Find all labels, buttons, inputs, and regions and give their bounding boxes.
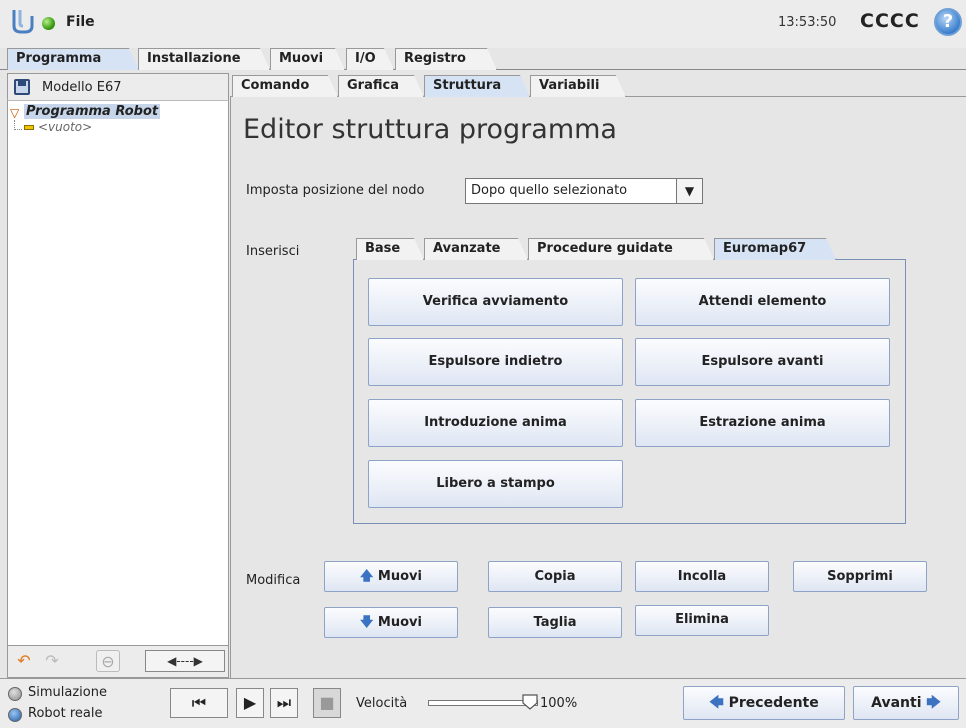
robot-name: CCCC (860, 10, 920, 32)
node-position-select[interactable]: Dopo quello selezionato (465, 178, 677, 204)
introduzione-anima-button[interactable]: Introduzione anima (368, 399, 623, 447)
tab-muovi[interactable]: Muovi (270, 48, 345, 70)
simulation-radio[interactable] (8, 687, 22, 701)
help-icon[interactable]: ? (934, 8, 962, 36)
tab-programma[interactable]: Programma (7, 48, 139, 70)
delete-button[interactable]: Elimina (635, 605, 769, 636)
speed-slider-thumb[interactable] (522, 694, 538, 710)
next-button[interactable]: Avanti 🡆 (853, 686, 959, 720)
suppress-button[interactable]: Sopprimi (793, 561, 927, 592)
arrow-down-icon: 🡇 (360, 615, 374, 630)
program-tree-panel (7, 73, 229, 678)
insert-label: Inserisci (246, 244, 300, 259)
edit-label: Modifica (246, 573, 301, 588)
step-icon[interactable]: ⏭ (270, 688, 298, 718)
previous-button[interactable]: 🡄 Precedente (683, 686, 845, 720)
cut-button[interactable]: Taglia (488, 607, 622, 638)
attendi-elemento-button[interactable]: Attendi elemento (635, 278, 890, 326)
tree-navigation-scroll[interactable]: ◀----▶ (145, 650, 225, 672)
move-up-label: Muovi (377, 569, 422, 584)
tree-node-program-root[interactable]: Programma Robot (24, 104, 161, 119)
tab-struttura[interactable]: Struttura (424, 75, 530, 97)
copy-button[interactable]: Copia (488, 561, 622, 592)
empty-node-icon (24, 125, 34, 130)
tab-io[interactable]: I/O (346, 48, 394, 70)
libero-a-stampo-button[interactable]: Libero a stampo (368, 460, 623, 508)
move-down-label: Muovi (377, 615, 422, 630)
file-menu[interactable]: File (66, 14, 95, 30)
tab-registro[interactable]: Registro (395, 48, 497, 70)
arrow-up-icon: 🡅 (360, 569, 374, 584)
page-title: Editor struttura programma (243, 114, 617, 145)
node-position-label: Imposta posizione del nodo (246, 183, 425, 198)
arrow-left-icon: 🡄 (709, 695, 724, 711)
play-icon[interactable]: ▶ (236, 688, 264, 718)
chevron-down-icon[interactable]: ▼ (677, 178, 703, 204)
move-down-button[interactable]: 🡇 Muovi (324, 607, 458, 638)
tab-variabili[interactable]: Variabili (530, 75, 626, 97)
tree-node-empty[interactable]: <vuoto> (38, 120, 92, 134)
estrazione-anima-button[interactable]: Estrazione anima (635, 399, 890, 447)
tab-euromap67[interactable]: Euromap67 (714, 238, 836, 260)
speed-label: Velocità (356, 696, 408, 711)
move-up-button[interactable]: 🡅 Muovi (324, 561, 458, 592)
next-label: Avanti (871, 695, 922, 711)
rewind-icon[interactable]: ⏮ (170, 688, 228, 718)
real-robot-radio[interactable] (8, 708, 22, 722)
real-robot-label: Robot reale (28, 706, 103, 721)
tab-procedure-guidate[interactable]: Procedure guidate (528, 238, 714, 260)
tab-comando[interactable]: Comando (232, 75, 338, 97)
arrow-right-icon: 🡆 (926, 695, 941, 711)
speed-value: 100% (540, 696, 578, 711)
simulation-label: Simulazione (28, 685, 107, 700)
tab-avanzate[interactable]: Avanzate (424, 238, 528, 260)
previous-label: Precedente (728, 695, 819, 711)
espulsore-avanti-button[interactable]: Espulsore avanti (635, 338, 890, 386)
status-dot-icon (42, 17, 55, 30)
floppy-disk-icon[interactable] (14, 79, 30, 95)
redo-arrow-icon[interactable]: ↷ (40, 650, 64, 672)
clock: 13:53:50 (778, 15, 837, 30)
expand-triangle-icon[interactable]: ▽ (10, 106, 19, 120)
paste-button[interactable]: Incolla (635, 561, 769, 592)
undo-arrow-icon[interactable]: ↶ (12, 650, 36, 672)
tab-base[interactable]: Base (356, 238, 424, 260)
tab-grafica[interactable]: Grafica (338, 75, 424, 97)
verifica-avviamento-button[interactable]: Verifica avviamento (368, 278, 623, 326)
espulsore-indietro-button[interactable]: Espulsore indietro (368, 338, 623, 386)
tab-installazione[interactable]: Installazione (138, 48, 270, 70)
program-file-name: Modello E67 (42, 80, 122, 95)
breakpoint-icon[interactable]: ⊖ (96, 650, 120, 672)
stop-icon[interactable]: ■ (313, 688, 341, 718)
universal-robots-logo-icon (12, 10, 34, 34)
tree-connector (14, 120, 22, 130)
